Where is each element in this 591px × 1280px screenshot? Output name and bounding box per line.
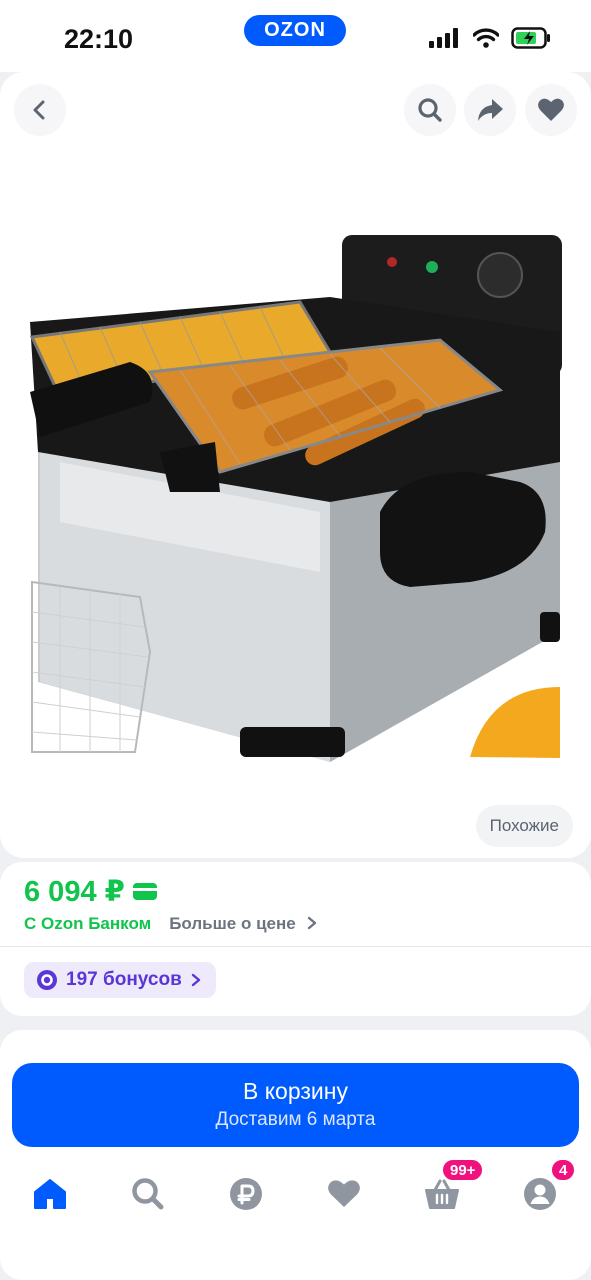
search-icon <box>418 98 442 122</box>
ozon-bank-label: С Ozon Банком <box>24 914 152 933</box>
tab-favorites[interactable] <box>320 1170 368 1218</box>
price-card: 6 094 ₽ С Ozon Банком Больше о цене 197 … <box>0 862 591 1016</box>
more-about-price-label: Больше о цене <box>169 914 296 933</box>
divider <box>0 946 591 947</box>
product-gallery[interactable]: Похожие <box>0 72 591 858</box>
add-to-cart-label: В корзину <box>243 1078 348 1104</box>
profile-icon <box>524 1178 556 1210</box>
wifi-icon <box>473 28 499 48</box>
screen: 22:10 OZON Похожие 6 094 ₽ С Ozon Банком… <box>0 0 591 1280</box>
search-icon <box>132 1178 164 1210</box>
delivery-date-label: Доставим 6 марта <box>215 1109 376 1130</box>
chevron-right-icon <box>191 973 200 987</box>
home-icon <box>34 1179 66 1209</box>
home-indicator <box>188 1262 403 1268</box>
tab-home[interactable] <box>26 1170 74 1218</box>
system-icons <box>429 27 551 49</box>
favorite-button[interactable] <box>525 84 577 136</box>
bonus-label: 197 бонусов <box>66 969 182 990</box>
profile-notification-badge: 4 <box>550 1158 577 1182</box>
back-button[interactable] <box>14 84 66 136</box>
price-details-row[interactable]: С Ozon Банком Больше о цене <box>24 914 318 934</box>
status-bar: 22:10 OZON <box>0 0 591 72</box>
heart-icon <box>538 98 564 121</box>
chevron-right-icon <box>308 916 317 930</box>
card-icon <box>132 883 157 900</box>
back-arrow-icon <box>33 100 45 120</box>
cart-icon <box>425 1179 459 1209</box>
similar-products-button[interactable]: Похожие <box>475 805 573 847</box>
ozon-logo: OZON <box>244 15 346 46</box>
price-row[interactable]: 6 094 ₽ <box>24 874 157 909</box>
battery-icon <box>511 27 550 49</box>
bonus-icon <box>37 970 57 990</box>
ruble-icon <box>230 1178 262 1210</box>
bottom-tab-bar: 99+ 4 <box>0 1158 591 1230</box>
cart-count-badge: 99+ <box>441 1158 485 1182</box>
signal-icon <box>429 28 458 48</box>
price-value: 6 094 ₽ <box>24 876 125 908</box>
bonus-chip[interactable]: 197 бонусов <box>24 962 216 998</box>
search-button[interactable] <box>404 84 456 136</box>
more-about-price-link[interactable]: Больше о цене <box>169 914 318 934</box>
product-image[interactable] <box>0 72 591 858</box>
tab-finance[interactable] <box>222 1170 270 1218</box>
share-icon <box>478 99 503 121</box>
tab-search[interactable] <box>124 1170 172 1218</box>
heart-icon <box>328 1180 360 1207</box>
add-to-cart-button[interactable]: В корзину Доставим 6 марта <box>12 1063 579 1147</box>
status-time: 22:10 <box>64 24 134 54</box>
share-button[interactable] <box>464 84 516 136</box>
